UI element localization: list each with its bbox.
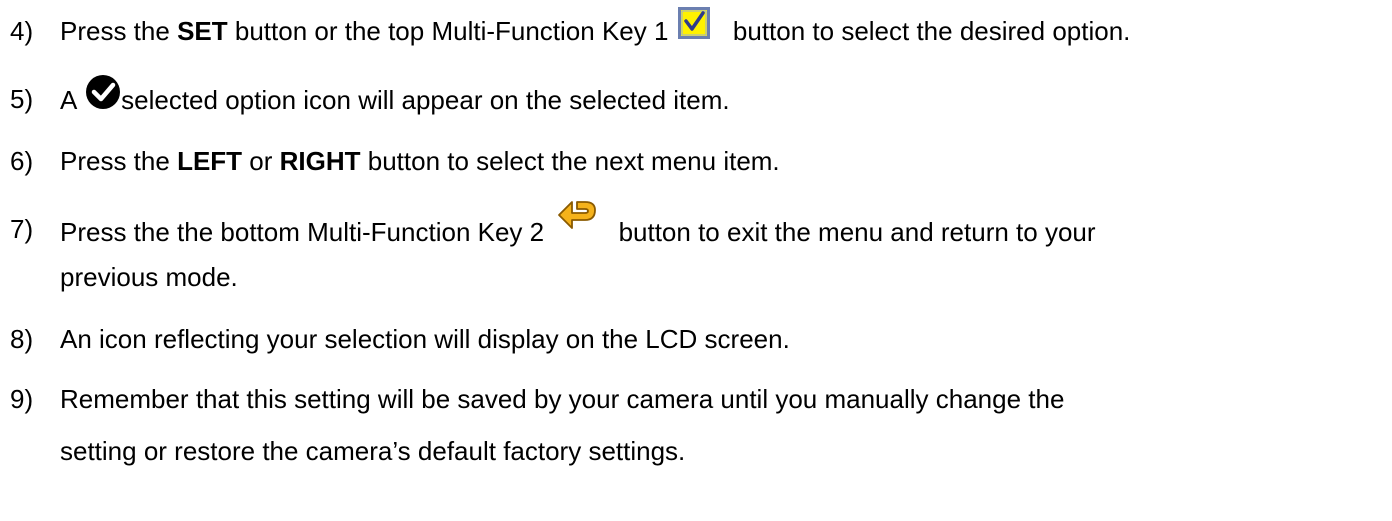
step-number: 8) — [10, 324, 34, 354]
return-arrow-icon — [557, 198, 597, 238]
step-text: A selected option icon will appear on th… — [60, 75, 730, 120]
check-circle-icon — [85, 74, 121, 110]
check-box-icon — [677, 7, 710, 40]
step-9-continuation: setting or restore the camera’s default … — [60, 436, 686, 466]
step-number: 6) — [10, 146, 34, 176]
set-button-label: SET — [177, 16, 228, 46]
step-text: An icon reflecting your selection will d… — [60, 324, 790, 354]
step-number: 4) — [10, 16, 34, 46]
step-text: Press the LEFT or RIGHT button to select… — [60, 146, 780, 176]
step-7-continuation: previous mode. — [60, 262, 238, 292]
step-text: Press the SET button or the top Multi-Fu… — [60, 7, 1130, 49]
step-text: Remember that this setting will be saved… — [60, 384, 1065, 414]
right-button-label: RIGHT — [279, 146, 361, 176]
step-text: Press the the bottom Multi-Function Key … — [60, 201, 1096, 254]
step-number: 9) — [10, 384, 34, 414]
step-number: 7) — [10, 214, 34, 244]
step-number: 5) — [10, 84, 34, 114]
left-button-label: LEFT — [177, 146, 243, 176]
